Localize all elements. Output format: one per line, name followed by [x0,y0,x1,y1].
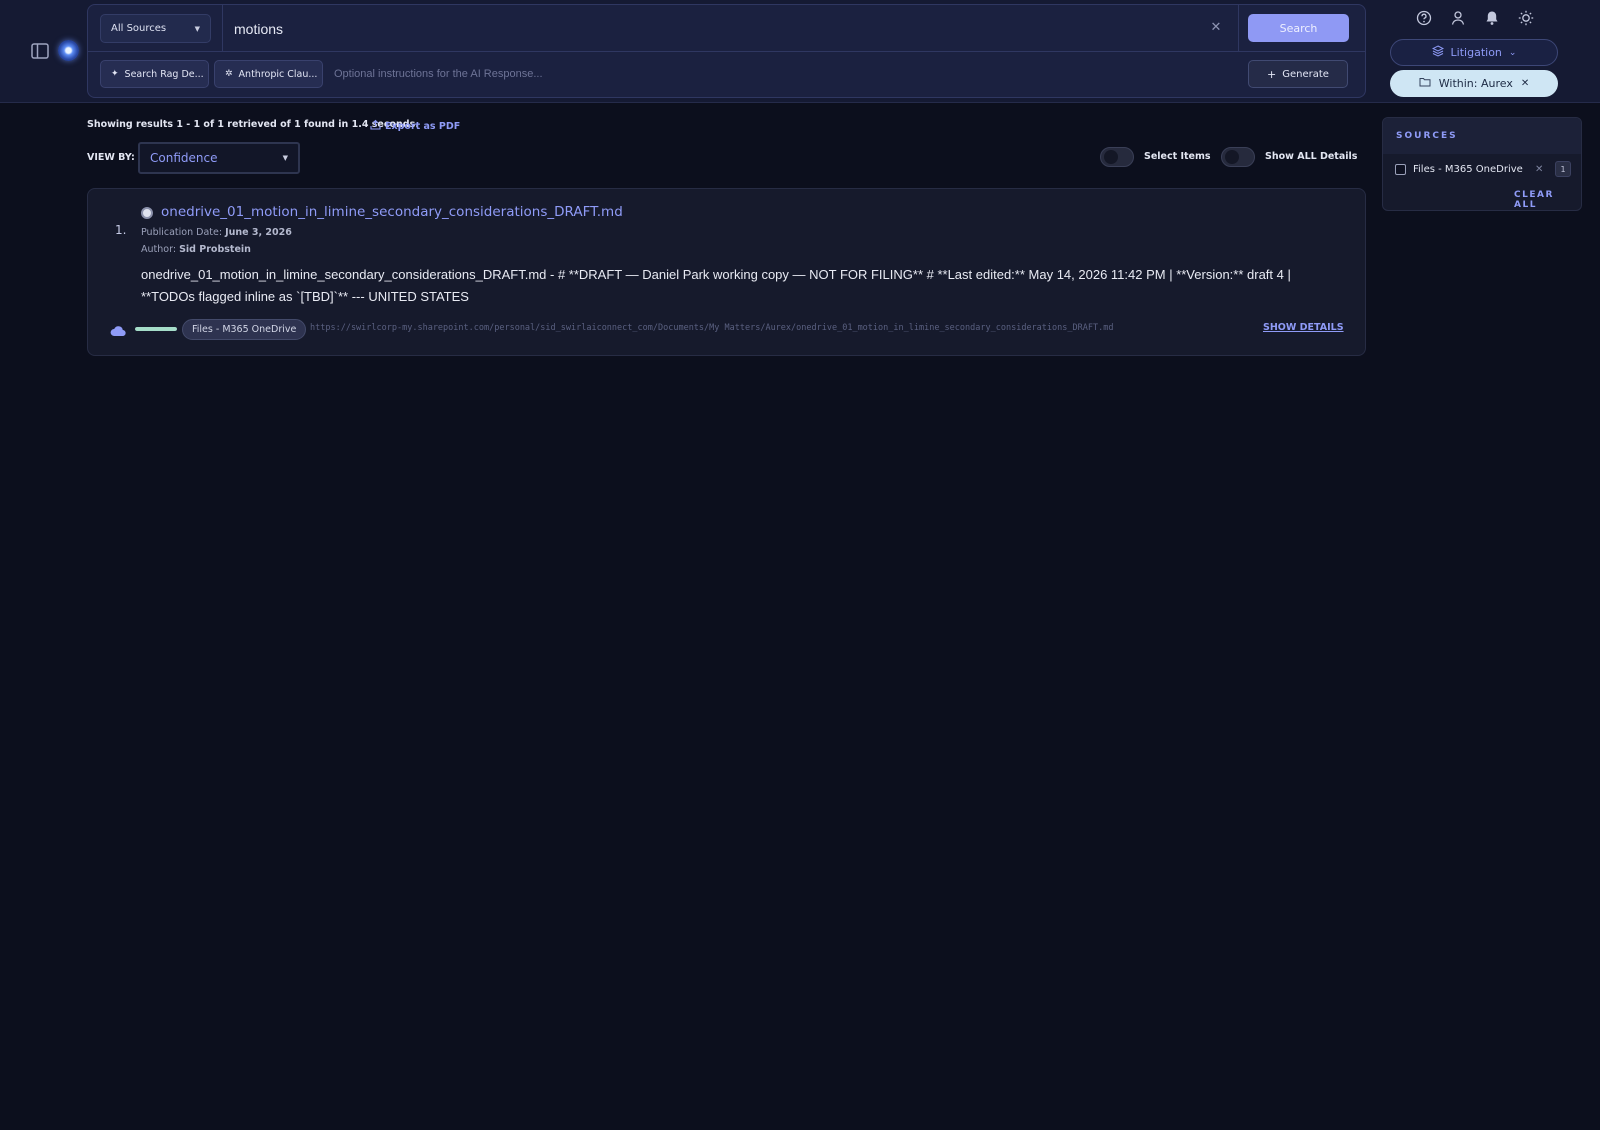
search-box: All Sources ▼ ✕ Search ✦ Search Rag De..… [87,4,1366,98]
plus-icon: + [1267,67,1277,81]
source-filter-label: Files - M365 OneDrive [1413,163,1523,175]
viewby-value: Confidence [150,151,218,165]
divider [88,51,1365,52]
source-filter-item[interactable]: Files - M365 OneDrive ✕ 1 [1395,161,1573,177]
remove-filter-icon[interactable]: ✕ [1521,78,1529,89]
favicon-icon [141,207,153,219]
publication-date-label: Publication Date: [141,227,223,238]
clear-search-icon[interactable]: ✕ [1208,20,1224,36]
anthropic-model-button[interactable]: ✲ Anthropic Clau... [214,60,323,88]
select-items-toggle[interactable] [1100,147,1134,167]
viewby-select[interactable]: Confidence ▼ [138,142,300,174]
search-rag-label: Search Rag De... [124,68,204,80]
export-pdf-link[interactable]: Export as PDF [370,119,460,133]
top-bar: All Sources ▼ ✕ Search ✦ Search Rag De..… [0,0,1600,103]
app-logo-icon[interactable] [58,40,79,61]
source-chip[interactable]: Files - M365 OneDrive [182,319,307,340]
divider [222,5,223,51]
result-snippet: onedrive_01_motion_in_limine_secondary_c… [141,267,1291,304]
publication-date: Publication Date: June 3, 2026 [141,227,292,238]
source-select-label: All Sources [111,23,167,34]
sources-panel: SOURCES Files - M365 OneDrive ✕ 1 CLEAR … [1382,117,1582,211]
within-label: Within: Aurex [1438,77,1513,90]
litigation-dropdown[interactable]: Litigation ⌄ [1390,39,1558,66]
within-filter-pill[interactable]: Within: Aurex ✕ [1390,70,1558,97]
result-number: 1. [115,223,127,237]
caret-down-icon: ▼ [282,154,288,162]
result-title-link[interactable]: onedrive_01_motion_in_limine_secondary_c… [161,204,623,220]
generate-button[interactable]: + Generate [1248,60,1348,88]
source-count-badge: 1 [1555,161,1571,177]
author-value: Sid Probstein [179,244,251,255]
anthropic-model-label: Anthropic Clau... [238,68,318,80]
source-select[interactable]: All Sources ▼ [100,14,211,43]
confidence-bar-fill [135,327,177,331]
result-url[interactable]: https://swirlcorp-my.sharepoint.com/pers… [310,323,1245,333]
user-icon[interactable] [1447,7,1469,29]
source-checkbox[interactable] [1395,163,1406,175]
divider [1238,5,1239,51]
litigation-label: Litigation [1450,46,1502,59]
remove-source-icon[interactable]: ✕ [1535,164,1543,175]
layers-icon [1431,45,1444,60]
cloud-icon [110,322,126,337]
folder-icon [1419,77,1431,90]
upload-icon [370,119,381,133]
result-card: 1. onedrive_01_motion_in_limine_secondar… [87,188,1366,356]
generate-label: Generate [1282,68,1329,80]
clear-all-button[interactable]: CLEAR ALL [1514,190,1581,210]
chevron-down-icon: ⌄ [1508,47,1517,58]
show-all-details-toggle[interactable] [1221,147,1255,167]
sparkle-icon: ✦ [111,69,119,79]
caret-down-icon: ▼ [194,24,200,33]
search-input[interactable] [234,15,1194,42]
author: Author: Sid Probstein [141,244,251,255]
theme-sun-icon[interactable] [1515,7,1537,29]
anthropic-icon: ✲ [225,69,233,79]
show-details-link[interactable]: SHOW DETAILS [1263,322,1344,333]
author-label: Author: [141,244,177,255]
export-pdf-label: Export as PDF [385,120,461,132]
bell-icon[interactable] [1481,7,1503,29]
publication-date-value: June 3, 2026 [225,227,292,238]
search-rag-button[interactable]: ✦ Search Rag De... [100,60,209,88]
sidebar-toggle-icon[interactable] [29,40,51,62]
show-all-details-label: Show ALL Details [1265,151,1358,162]
help-icon[interactable] [1413,7,1435,29]
confidence-bar [135,327,177,331]
ai-instructions-input[interactable] [334,63,1214,85]
select-items-label: Select Items [1144,151,1211,162]
search-button[interactable]: Search [1248,14,1349,42]
viewby-label: VIEW BY: [87,152,135,163]
sources-heading: SOURCES [1383,118,1581,154]
